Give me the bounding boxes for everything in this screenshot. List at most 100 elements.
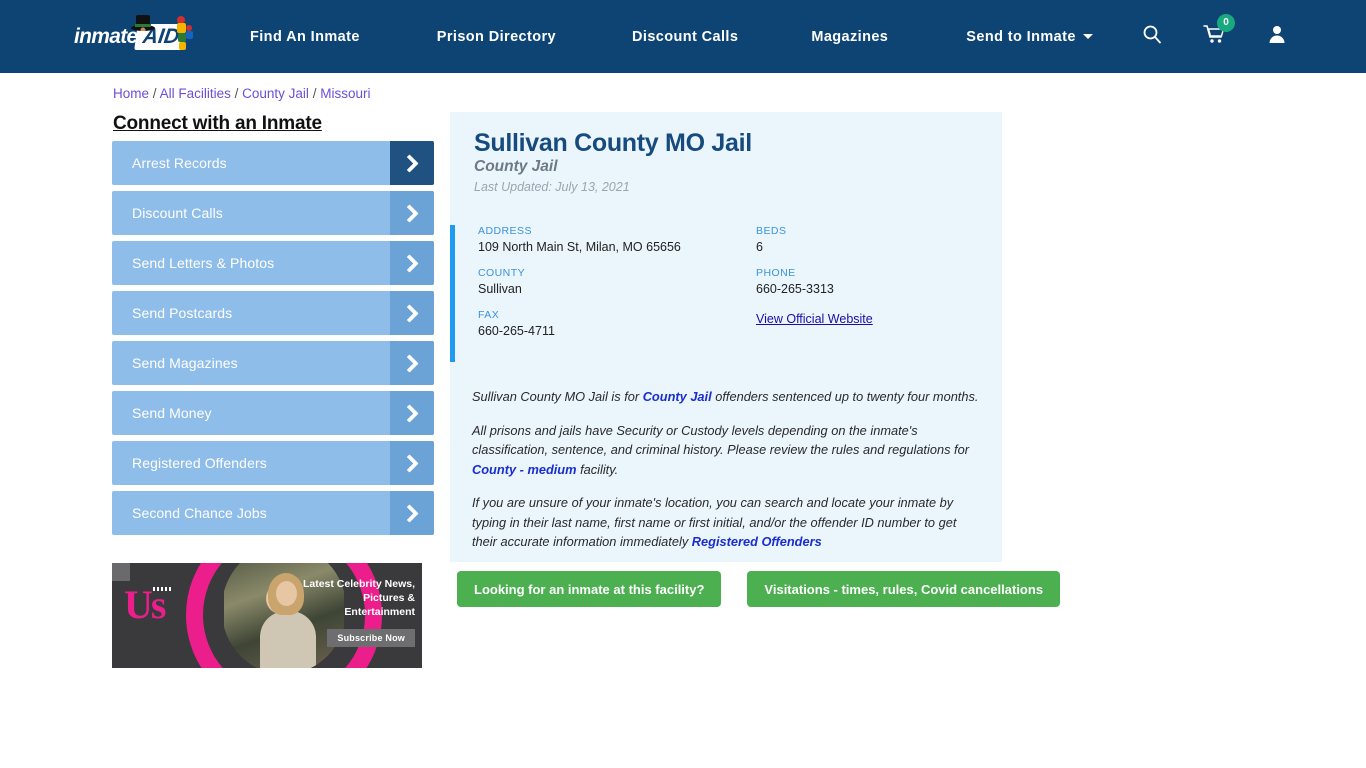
header-icon-group: 0 xyxy=(1142,0,1366,73)
breadcrumb-item-all-facilities[interactable]: All Facilities xyxy=(160,86,231,101)
desc-text: All prisons and jails have Security or C… xyxy=(472,422,969,458)
chevron-down-icon xyxy=(1082,34,1093,39)
detail-phone: PHONE 660-265-3313 xyxy=(756,267,988,296)
link-county-medium[interactable]: County - medium xyxy=(472,462,577,477)
detail-value: 109 North Main St, Milan, MO 65656 xyxy=(478,240,681,254)
chevron-right-icon xyxy=(390,491,434,535)
visitations-button[interactable]: Visitations - times, rules, Covid cancel… xyxy=(747,571,1061,607)
ad-corner-block xyxy=(112,563,130,581)
detail-label: PHONE xyxy=(756,267,796,279)
detail-label: COUNTY xyxy=(478,267,526,279)
ad-subscribe-button[interactable]: Subscribe Now xyxy=(327,629,415,647)
detail-value: Sullivan xyxy=(478,282,522,296)
desc-text: Sullivan County MO Jail is for xyxy=(472,389,643,404)
facility-description: Sullivan County MO Jail is for County Ja… xyxy=(472,387,980,566)
facility-details: ADDRESS 109 North Main St, Milan, MO 656… xyxy=(450,225,1002,362)
ad-photo-body xyxy=(260,611,316,668)
sidebar-item-second-chance-jobs[interactable]: Second Chance Jobs xyxy=(112,491,434,535)
advertisement-banner[interactable]: Us Latest Celebrity News, Pictures & Ent… xyxy=(112,563,422,668)
ad-photo-face xyxy=(276,581,297,606)
chevron-right-icon xyxy=(390,191,434,235)
cart-count-badge: 0 xyxy=(1217,14,1235,32)
description-paragraph-1: Sullivan County MO Jail is for County Ja… xyxy=(472,387,980,407)
nav-label: Send to Inmate xyxy=(966,28,1076,45)
breadcrumb-item-county-jail[interactable]: County Jail xyxy=(242,86,309,101)
sidebar-item-label: Arrest Records xyxy=(132,155,227,171)
nav-send-to-inmate[interactable]: Send to Inmate xyxy=(966,29,1093,45)
search-icon[interactable] xyxy=(1142,24,1162,49)
logo-text: inmate xyxy=(74,25,138,48)
detail-fax: FAX 660-265-4711 xyxy=(478,309,756,338)
sidebar-menu: Arrest Records Discount Calls Send Lette… xyxy=(112,141,434,541)
breadcrumb-separator: / xyxy=(152,86,157,101)
nav-find-an-inmate[interactable]: Find An Inmate xyxy=(250,29,360,45)
sidebar-item-arrest-records[interactable]: Arrest Records xyxy=(112,141,434,185)
chevron-right-icon xyxy=(390,441,434,485)
nav-label: Magazines xyxy=(811,28,889,45)
logo-hat-icon xyxy=(131,15,155,31)
accent-bar xyxy=(450,225,455,362)
sidebar-item-label: Second Chance Jobs xyxy=(132,505,267,521)
chevron-right-icon xyxy=(390,391,434,435)
ad-headline: Latest Celebrity News, Pictures & Entert… xyxy=(302,578,415,618)
chevron-right-icon xyxy=(390,241,434,285)
breadcrumb-separator: / xyxy=(234,86,239,101)
sidebar-item-label: Send Letters & Photos xyxy=(132,255,275,271)
site-logo[interactable]: inmate AID xyxy=(74,15,193,57)
breadcrumb: Home / All Facilities / County Jail / Mi… xyxy=(113,86,370,101)
sidebar-item-discount-calls[interactable]: Discount Calls xyxy=(112,191,434,235)
chevron-right-icon xyxy=(390,291,434,335)
site-header: inmate AID Find An Inmate Prison Directo… xyxy=(0,0,1366,73)
chevron-right-icon xyxy=(390,141,434,185)
nav-discount-calls[interactable]: Discount Calls xyxy=(632,29,738,45)
sidebar-heading: Connect with an Inmate xyxy=(113,113,322,134)
page-title: Sullivan County MO Jail xyxy=(474,129,752,157)
sidebar-item-label: Discount Calls xyxy=(132,205,223,221)
ad-brand-dots xyxy=(153,587,171,591)
description-paragraph-3: If you are unsure of your inmate's locat… xyxy=(472,493,980,552)
detail-value: 660-265-3313 xyxy=(756,282,834,296)
detail-county: COUNTY Sullivan xyxy=(478,267,756,296)
sidebar-item-label: Send Money xyxy=(132,405,212,421)
logo-characters-icon xyxy=(177,16,193,50)
cart-icon[interactable]: 0 xyxy=(1203,14,1235,49)
detail-official-website: View Official Website xyxy=(756,309,988,338)
sidebar-item-label: Send Magazines xyxy=(132,355,238,371)
detail-label: FAX xyxy=(478,309,500,321)
facility-type: County Jail xyxy=(474,158,558,175)
nav-label: Discount Calls xyxy=(632,28,739,45)
detail-beds: BEDS 6 xyxy=(756,225,988,254)
sidebar-item-label: Send Postcards xyxy=(132,305,233,321)
link-county-jail[interactable]: County Jail xyxy=(643,389,712,404)
official-website-link[interactable]: View Official Website xyxy=(756,312,873,326)
user-icon[interactable] xyxy=(1267,24,1287,49)
breadcrumb-item-missouri[interactable]: Missouri xyxy=(320,86,370,101)
facility-card: Sullivan County MO Jail County Jail Last… xyxy=(450,112,1002,562)
last-updated: Last Updated: July 13, 2021 xyxy=(474,180,630,194)
desc-text: facility. xyxy=(576,461,619,477)
sidebar-item-send-magazines[interactable]: Send Magazines xyxy=(112,341,434,385)
nav-label: Find An Inmate xyxy=(250,28,360,45)
detail-label: BEDS xyxy=(756,225,787,237)
ad-brand-logo: Us xyxy=(124,582,166,627)
breadcrumb-separator: / xyxy=(312,86,317,101)
nav-magazines[interactable]: Magazines xyxy=(811,29,888,45)
detail-label: ADDRESS xyxy=(478,225,532,237)
desc-text: offenders sentenced up to twenty four mo… xyxy=(711,389,979,404)
nav-label: Prison Directory xyxy=(436,28,557,45)
breadcrumb-item-home[interactable]: Home xyxy=(113,86,149,101)
chevron-right-icon xyxy=(390,341,434,385)
looking-for-inmate-button[interactable]: Looking for an inmate at this facility? xyxy=(457,571,722,607)
link-registered-offenders[interactable]: Registered Offenders xyxy=(692,534,822,549)
detail-value: 6 xyxy=(756,240,763,254)
nav-prison-directory[interactable]: Prison Directory xyxy=(437,29,556,45)
detail-address: ADDRESS 109 North Main St, Milan, MO 656… xyxy=(478,225,756,254)
sidebar-item-registered-offenders[interactable]: Registered Offenders xyxy=(112,441,434,485)
sidebar-item-send-money[interactable]: Send Money xyxy=(112,391,434,435)
sidebar-item-send-postcards[interactable]: Send Postcards xyxy=(112,291,434,335)
description-paragraph-2: All prisons and jails have Security or C… xyxy=(472,421,980,480)
main-navigation: Find An Inmate Prison Directory Discount… xyxy=(250,0,1093,73)
detail-value: 660-265-4711 xyxy=(478,324,555,338)
sidebar-item-send-letters-photos[interactable]: Send Letters & Photos xyxy=(112,241,434,285)
sidebar-item-label: Registered Offenders xyxy=(132,455,267,471)
